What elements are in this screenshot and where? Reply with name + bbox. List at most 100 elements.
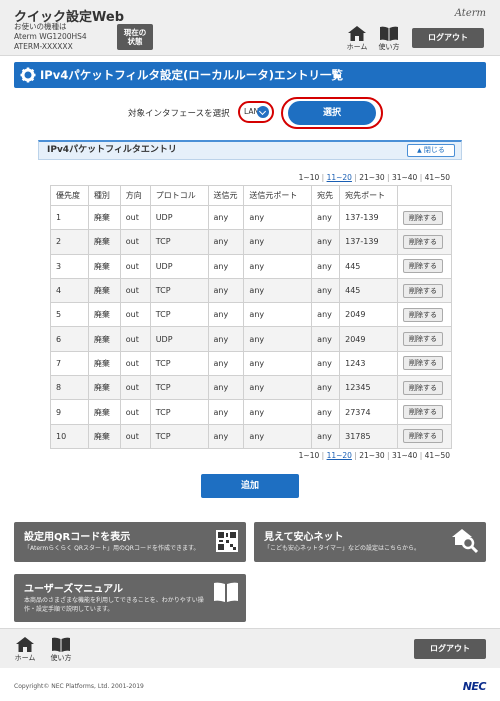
column-header: 送信元ポート	[243, 185, 313, 206]
delete-entry-button[interactable]: 削除する	[402, 429, 443, 444]
header: クイック設定Web お使いの機種は Aterm WG1200HS4 ATERM-…	[0, 0, 500, 56]
current-status-button[interactable]: 現在の 状態	[117, 24, 153, 50]
table-cell: UDP	[149, 253, 209, 279]
table-cell: 10	[50, 423, 89, 449]
table-cell-action: 削除する	[396, 229, 453, 255]
pager-link[interactable]: 11~20	[327, 451, 352, 460]
table-cell-action: 削除する	[396, 277, 453, 304]
delete-entry-button[interactable]: 削除する	[402, 234, 443, 249]
copyright: Copyright© NEC Platforms, Ltd. 2001-2019	[14, 683, 144, 690]
safety-net-card[interactable]: 見えて安心ネット 「こども安心ネットタイマー」などの設定はこちらから。	[254, 522, 486, 562]
table-row: 1 廃棄 out UDP any any any 137-139 削除する	[50, 204, 453, 231]
interface-label: 対象インタフェースを選択	[128, 109, 230, 119]
select-button[interactable]: 選択	[288, 101, 376, 125]
delete-entry-button[interactable]: 削除する	[402, 259, 443, 274]
table-cell: 廃棄	[87, 204, 121, 231]
table-cell: 廃棄	[87, 399, 121, 425]
table-cell: any	[243, 277, 313, 304]
column-header: 宛先	[311, 185, 341, 206]
delete-entry-button[interactable]: 削除する	[402, 283, 443, 298]
table-cell: any	[243, 375, 313, 401]
table-cell: any	[243, 253, 313, 279]
table-cell: TCP	[149, 399, 209, 425]
delete-entry-button[interactable]: 削除する	[402, 307, 443, 322]
table-cell: 3	[50, 253, 89, 279]
home-icon	[16, 637, 34, 652]
table-cell-action: 削除する	[396, 375, 453, 401]
home-nav-label: ホーム	[346, 43, 368, 51]
delete-entry-button[interactable]: 削除する	[402, 405, 443, 420]
table-cell: out	[119, 375, 151, 401]
footer-bar: ホーム 使い方 ログアウト	[0, 628, 500, 668]
table-row: 10 廃棄 out TCP any any any 31785 削除する	[50, 423, 453, 449]
interface-select[interactable]: LAN	[238, 101, 274, 123]
table-cell: 廃棄	[87, 350, 121, 377]
table-cell: 廃棄	[87, 253, 121, 279]
footer-home-nav[interactable]: ホーム	[12, 637, 38, 663]
manual-nav-label: 使い方	[378, 43, 400, 51]
device-name: ATERM-XXXXXX	[14, 42, 73, 51]
pager-item: 21~30	[359, 451, 385, 460]
footer-home-label: ホーム	[14, 654, 36, 662]
pager-item: 31~40	[391, 451, 418, 460]
book-icon	[214, 582, 238, 602]
table-cell: any	[207, 253, 245, 279]
table-row: 2 廃棄 out TCP any any any 137-139 削除する	[50, 229, 453, 255]
safety-card-title: 見えて安心ネット	[264, 532, 344, 543]
table-cell: TCP	[149, 423, 209, 449]
table-row: 3 廃棄 out UDP any any any 445 削除する	[50, 253, 453, 279]
table-cell: 8	[50, 375, 89, 401]
user-manual-card[interactable]: ユーザーズマニュアル 本商品のさまざまな機能を利用してできることを、わかりやすい…	[14, 574, 246, 622]
table-row: 4 廃棄 out TCP any any any 445 削除する	[50, 277, 453, 304]
entries-table: 優先度 種別 方向 プロトコル 送信元 送信元ポート 宛先 宛先ポート 1 廃棄 o…	[50, 185, 453, 449]
home-nav[interactable]: ホーム	[344, 26, 370, 52]
table-cell: out	[119, 399, 151, 425]
pager-separator: |	[321, 173, 325, 182]
close-panel-button[interactable]: ▲ 閉じる	[407, 144, 455, 157]
table-cell: out	[119, 423, 151, 449]
page-title: IPv4パケットフィルタ設定(ローカルルータ)エントリ一覧	[40, 68, 343, 82]
entries-table-body: 1 廃棄 out UDP any any any 137-139 削除する 2 廃棄 out TCP an…	[50, 204, 453, 449]
qr-code-icon	[216, 530, 238, 552]
table-cell-action: 削除する	[396, 326, 453, 352]
nec-logo: NEC	[462, 680, 487, 693]
footer-logout-button[interactable]: ログアウト	[414, 639, 486, 659]
table-cell: 445	[339, 277, 398, 304]
table-cell: any	[243, 302, 313, 328]
column-header: 優先度	[50, 185, 89, 206]
table-cell: any	[243, 350, 313, 377]
entries-panel-header: IPv4パケットフィルタエントリ ▲ 閉じる	[38, 140, 462, 160]
table-cell: any	[207, 423, 245, 449]
table-cell: 6	[50, 326, 89, 352]
table-row: 8 廃棄 out TCP any any any 12345 削除する	[50, 375, 453, 401]
table-cell: out	[119, 253, 151, 279]
delete-entry-button[interactable]: 削除する	[402, 356, 443, 371]
pager-item: 21~30	[359, 173, 385, 182]
delete-entry-button[interactable]: 削除する	[402, 210, 443, 225]
add-entry-button[interactable]: 追加	[201, 474, 299, 498]
table-cell: any	[207, 375, 245, 401]
table-cell: TCP	[149, 350, 209, 377]
table-cell: any	[311, 253, 341, 279]
table-cell: 137-139	[339, 229, 398, 255]
close-panel-label: 閉じる	[423, 146, 445, 154]
book-icon	[52, 637, 70, 652]
table-cell: any	[207, 204, 245, 231]
delete-entry-button[interactable]: 削除する	[402, 380, 443, 395]
table-cell: any	[311, 204, 341, 231]
status-button-label-1: 現在の	[123, 28, 147, 37]
table-cell: 5	[50, 302, 89, 328]
footer-manual-nav[interactable]: 使い方	[48, 637, 74, 663]
table-cell: 445	[339, 253, 398, 279]
pager-item: 41~50	[424, 173, 450, 182]
logout-button[interactable]: ログアウト	[412, 28, 484, 48]
table-cell: 廃棄	[87, 423, 121, 449]
table-cell: any	[207, 350, 245, 377]
pager-link[interactable]: 11~20	[327, 173, 352, 182]
manual-nav[interactable]: 使い方	[376, 26, 402, 52]
table-cell: 1	[50, 204, 89, 231]
delete-entry-button[interactable]: 削除する	[402, 332, 443, 347]
table-header-row: 優先度 種別 方向 プロトコル 送信元 送信元ポート 宛先 宛先ポート	[50, 185, 453, 206]
pager-separator: |	[387, 173, 390, 182]
qr-code-card[interactable]: 設定用QRコードを表示 「Atermらくらく QRスタート」用のQRコードを作成…	[14, 522, 246, 562]
